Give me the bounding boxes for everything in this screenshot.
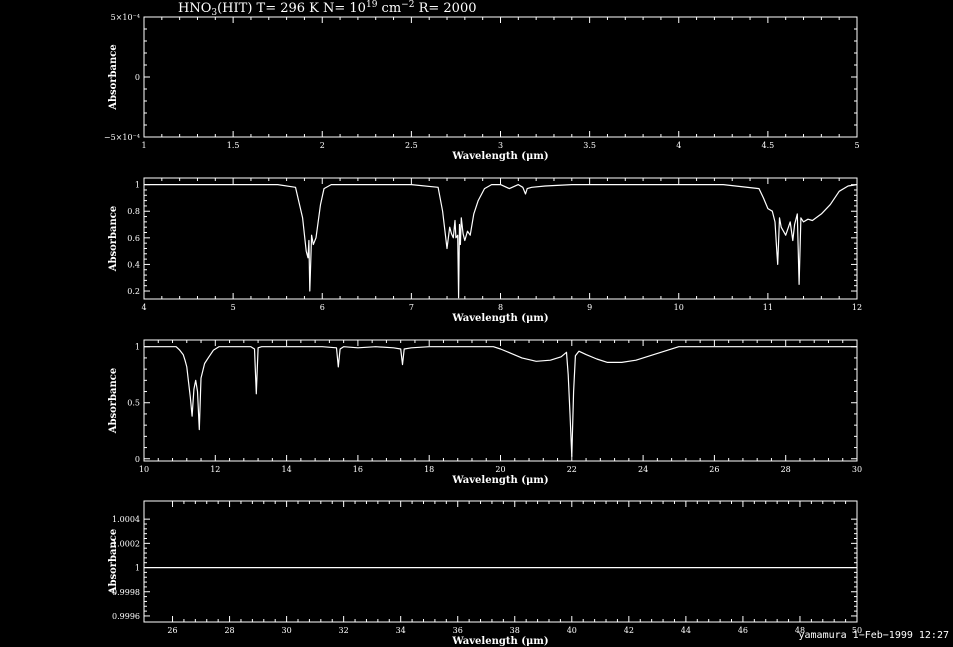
x-tick-label: 4	[676, 141, 681, 150]
x-tick-label: 10	[139, 465, 149, 474]
panel-4: 26 28 30 32 34 36 38 40 42 44 46 48 500.99960.999811…	[108, 500, 862, 647]
x-axis-label: Wavelength (μm)	[451, 313, 548, 324]
x-tick-label: 44	[681, 626, 691, 635]
x-tick-label: 30	[852, 465, 862, 474]
x-tick-label: 12	[852, 303, 862, 312]
x-tick-label: 4	[141, 303, 146, 312]
y-tick-label: 1	[135, 564, 140, 573]
spectrum-line	[144, 346, 857, 458]
x-tick-label: 10	[674, 303, 684, 312]
panel-3: 10 12 14 16 18 20 22 24 26 28 30 0 0.5 1 Wavelength (μ…	[108, 339, 862, 486]
x-tick-label: 42	[624, 626, 634, 635]
x-tick-label: 20	[495, 465, 505, 474]
footer-credit: yamamura 1−Feb−1999 12:27	[798, 630, 949, 641]
x-tick-label: 46	[738, 626, 748, 635]
x-tick-label: 18	[424, 465, 434, 474]
y-axis-label: Absorbance	[108, 44, 119, 111]
x-tick-label: 3	[498, 141, 503, 150]
panel-2: 4 5 6 7 8 9 10 11 12 0.2 0.4 0.6 0.8 1 Wavelength (μm)…	[108, 177, 862, 324]
title-resolution: R= 2000	[414, 1, 476, 16]
title-exponent-2: −2	[401, 0, 414, 10]
x-tick-label: 30	[282, 626, 292, 635]
panels: 1 1.5 2 2.5 3 3.5 4 4.5 5 −5×10⁻⁴ 0 5×10⁻⁴ Wavelengt…	[104, 13, 862, 647]
y-axis-label: Absorbance	[108, 206, 119, 273]
x-tick-label: 5	[854, 141, 859, 150]
x-tick-label: 5	[231, 303, 236, 312]
title-conditions: (HIT) T= 296 K N= 10	[217, 1, 366, 16]
y-tick-label: 0	[135, 73, 140, 82]
y-tick-label: 0.4	[127, 260, 140, 269]
y-axis-label: Absorbance	[108, 529, 119, 596]
y-tick-label: 0	[135, 455, 140, 464]
x-tick-label: 11	[763, 303, 773, 312]
x-tick-label: 26	[709, 465, 719, 474]
x-tick-label: 3.5	[583, 141, 596, 150]
plot-frame	[143, 339, 858, 462]
plot-frame	[143, 500, 858, 623]
x-tick-label: 2	[320, 141, 325, 150]
y-tick-label: 1	[135, 181, 140, 190]
x-tick-label: 7	[409, 303, 414, 312]
x-tick-label: 12	[210, 465, 220, 474]
x-axis-label: Wavelength (μm)	[451, 151, 548, 162]
x-tick-label: 22	[567, 465, 577, 474]
x-tick-label: 34	[396, 626, 406, 635]
x-tick-label: 24	[638, 465, 648, 474]
y-tick-label: 0.5	[127, 399, 140, 408]
x-tick-label: 26	[167, 626, 177, 635]
x-tick-label: 8	[498, 303, 503, 312]
spectrum-line	[144, 184, 858, 299]
x-tick-label: 2.5	[405, 141, 418, 150]
x-tick-label: 9	[587, 303, 592, 312]
title-molecule: HNO	[178, 1, 211, 16]
plot-frame	[143, 16, 858, 138]
x-tick-label: 4.5	[762, 141, 775, 150]
y-tick-label: 1.0004	[112, 515, 140, 524]
x-tick-label: 28	[224, 626, 234, 635]
plot-frame	[143, 177, 858, 300]
x-axis-label: Wavelength (μm)	[451, 636, 548, 647]
x-tick-label: 14	[282, 465, 292, 474]
y-tick-label: 1	[135, 343, 140, 352]
spectrum-figure: HNO3(HIT) T= 296 K N= 1019 cm−2 R= 2000 …	[104, 0, 862, 647]
x-axis-label: Wavelength (μm)	[451, 475, 548, 486]
figure-title: HNO3(HIT) T= 296 K N= 1019 cm−2 R= 2000	[178, 0, 476, 18]
x-tick-label: 6	[320, 303, 325, 312]
y-tick-label: 0.6	[127, 234, 140, 243]
x-tick-label: 1	[141, 141, 146, 150]
y-tick-label: 5×10⁻⁴	[111, 13, 140, 22]
y-axis-label: Absorbance	[108, 368, 119, 435]
x-tick-label: 36	[453, 626, 463, 635]
title-unit: cm	[377, 1, 401, 16]
x-tick-label: 40	[567, 626, 577, 635]
title-exponent-1: 19	[366, 0, 378, 10]
x-tick-label: 1.5	[227, 141, 240, 150]
x-tick-label: 38	[510, 626, 520, 635]
x-tick-label: 32	[339, 626, 349, 635]
y-tick-label: 0.9996	[112, 612, 140, 621]
panel-1: 1 1.5 2 2.5 3 3.5 4 4.5 5 −5×10⁻⁴ 0 5×10⁻⁴ Wavelengt…	[104, 13, 860, 162]
y-tick-label: −5×10⁻⁴	[104, 133, 140, 142]
x-tick-label: 16	[353, 465, 363, 474]
y-tick-label: 0.8	[127, 207, 140, 216]
y-tick-label: 0.2	[127, 287, 140, 296]
x-tick-label: 28	[781, 465, 791, 474]
